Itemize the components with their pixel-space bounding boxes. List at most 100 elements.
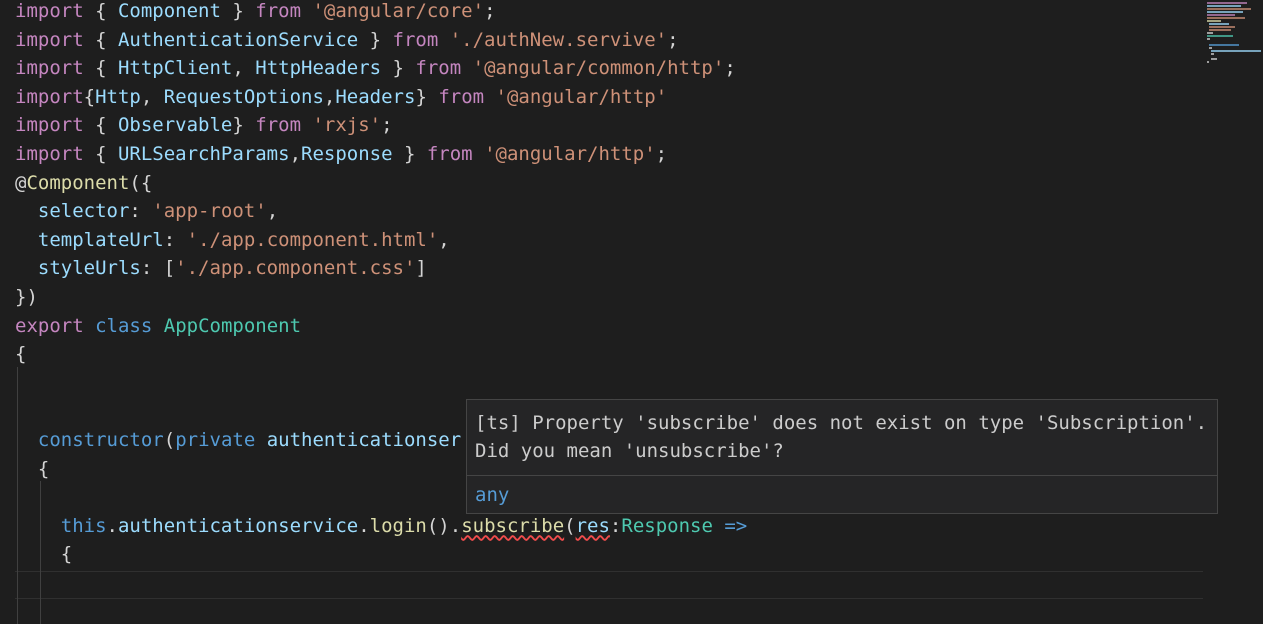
code-token: { — [83, 57, 118, 80]
code-line[interactable]: }) — [15, 283, 38, 312]
minimap-stroke — [1207, 11, 1243, 13]
code-token: authenticationser — [266, 429, 462, 451]
code-token: styleUrls — [37, 257, 141, 280]
code-token: 'rxjs' — [312, 114, 382, 137]
vertical-scrollbar[interactable] — [1255, 0, 1263, 624]
code-token: } — [358, 28, 393, 51]
code-token: AppComponent — [163, 314, 302, 337]
code-token: import — [15, 28, 84, 51]
code-token: { — [83, 85, 96, 108]
code-token: : — [609, 514, 622, 537]
minimap-stroke — [1207, 20, 1221, 22]
code-token: selector — [37, 200, 130, 223]
code-token: Response — [621, 514, 713, 537]
code-line[interactable]: this.authenticationservice.login().subsc… — [15, 512, 747, 541]
code-token: { — [15, 543, 73, 566]
code-token: , — [323, 85, 336, 108]
code-token: Response — [301, 143, 393, 165]
code-line[interactable]: { — [15, 540, 72, 569]
code-token: export — [15, 314, 84, 337]
code-token: ; — [381, 114, 393, 137]
code-line[interactable]: templateUrl: './app.component.html', — [15, 226, 450, 255]
code-token: ; — [724, 57, 736, 80]
code-token: Observable — [117, 114, 233, 137]
code-token: constructor — [37, 429, 164, 451]
code-line[interactable]: import { HttpClient, HttpHeaders } from … — [15, 54, 736, 83]
code-token: { — [83, 28, 118, 51]
code-token: import — [15, 114, 84, 137]
code-token: import — [15, 143, 84, 165]
minimap-stroke — [1209, 47, 1212, 49]
code-token: : — [163, 228, 187, 251]
minimap-stroke — [1207, 32, 1213, 34]
code-line[interactable]: { — [15, 340, 26, 369]
minimap-stroke — [1207, 38, 1210, 40]
code-token: HttpClient — [117, 57, 233, 80]
minimap[interactable] — [1203, 0, 1263, 624]
code-token: from — [255, 114, 302, 137]
minimap-stroke — [1207, 17, 1245, 19]
code-token: ({ — [129, 171, 153, 194]
code-line[interactable]: export class AppComponent — [15, 312, 301, 341]
error-token: res — [575, 514, 610, 537]
code-token: ; — [484, 0, 496, 22]
code-token: } — [220, 0, 256, 22]
code-token: @ — [15, 171, 27, 194]
code-token: URLSearchParams — [117, 143, 290, 165]
code-line[interactable]: @Component({ — [15, 169, 152, 198]
code-token: import — [15, 57, 84, 80]
code-token: from — [255, 0, 302, 22]
current-line-highlight — [15, 571, 1203, 599]
code-token: , — [438, 228, 450, 251]
code-token: { — [83, 114, 118, 137]
code-token: { — [83, 0, 118, 22]
code-token: , — [232, 57, 256, 80]
code-token: from — [438, 85, 485, 108]
code-token: { — [15, 457, 50, 480]
code-token: '@angular/http' — [495, 85, 668, 108]
code-line[interactable]: import{Http, RequestOptions,Headers} fro… — [15, 83, 667, 112]
code-token: this — [60, 514, 107, 537]
code-token: { — [15, 343, 27, 366]
minimap-stroke — [1207, 61, 1209, 63]
code-token: from — [392, 28, 439, 51]
minimap-stroke — [1209, 26, 1235, 28]
hover-type-info: any — [475, 484, 510, 506]
code-line[interactable]: import { Observable} from 'rxjs'; — [15, 111, 393, 140]
code-token: , — [266, 200, 279, 223]
minimap-stroke — [1211, 53, 1214, 55]
code-token: '@angular/common/http' — [472, 57, 725, 80]
code-line[interactable]: styleUrls: ['./app.component.css'] — [15, 254, 427, 283]
code-token: ( — [163, 429, 176, 451]
code-token: ] — [415, 257, 427, 280]
code-line[interactable]: { — [15, 455, 49, 484]
minimap-stroke — [1209, 29, 1231, 31]
code-editor[interactable]: import { Component } from '@angular/core… — [0, 0, 1203, 624]
code-line[interactable]: import { URLSearchParams,Response } from… — [15, 140, 667, 169]
minimap-stroke — [1207, 14, 1235, 16]
code-token: } — [381, 57, 416, 80]
code-token: (). — [426, 514, 462, 537]
code-line[interactable]: import { AuthenticationService } from '.… — [15, 26, 679, 55]
minimap-stroke — [1209, 44, 1239, 46]
code-line[interactable]: import { Component } from '@angular/core… — [15, 0, 496, 26]
code-token: 'app-root' — [152, 200, 267, 223]
code-token: } — [232, 114, 256, 137]
code-token: : [ — [140, 257, 176, 280]
code-line[interactable]: selector: 'app-root', — [15, 197, 278, 226]
code-token: { — [83, 143, 118, 165]
code-line[interactable]: constructor(private authenticationser — [15, 426, 461, 455]
code-token: }) — [15, 286, 38, 308]
code-token: } — [415, 85, 439, 108]
code-token: Http — [95, 85, 141, 108]
hover-error-message: [ts] Property 'subscribe' does not exist… — [475, 412, 1219, 462]
